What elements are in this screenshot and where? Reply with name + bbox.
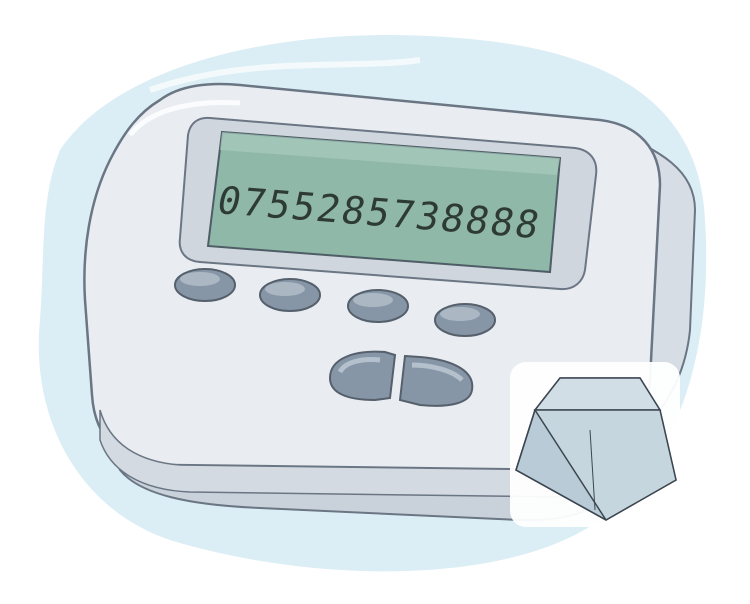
pager-illustration <box>0 0 750 600</box>
keycap-card <box>510 362 680 527</box>
